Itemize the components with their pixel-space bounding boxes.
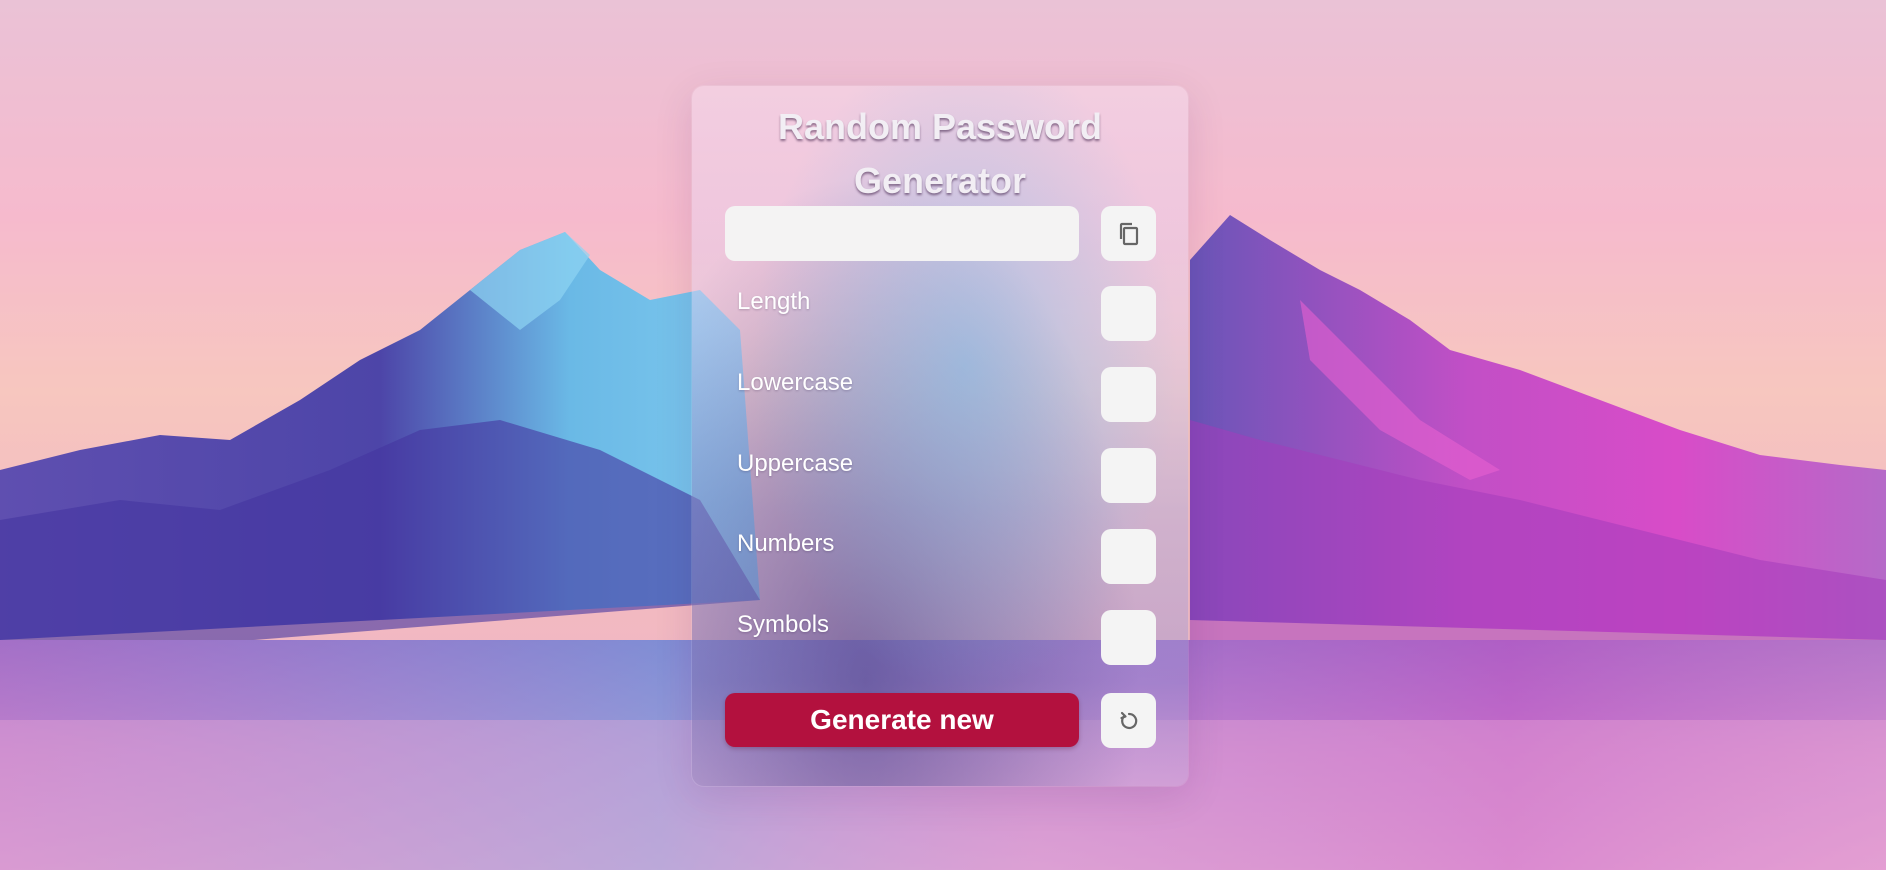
length-label: Length xyxy=(737,288,811,315)
copy-icon xyxy=(1119,222,1138,245)
uppercase-checkbox[interactable] xyxy=(1101,448,1156,503)
lowercase-checkbox[interactable] xyxy=(1101,367,1156,422)
generate-new-button[interactable]: Generate new xyxy=(725,693,1079,747)
lowercase-label: Lowercase xyxy=(737,369,854,396)
reset-button[interactable] xyxy=(1101,693,1156,748)
symbols-checkbox[interactable] xyxy=(1101,610,1156,665)
numbers-label: Numbers xyxy=(737,530,835,557)
page-title: Random Password Generator xyxy=(777,106,1103,201)
uppercase-label: Uppercase xyxy=(737,450,854,477)
numbers-checkbox[interactable] xyxy=(1101,529,1156,584)
password-generator-card: Random Password Generator Length Lowerca… xyxy=(692,86,1188,786)
copy-button[interactable] xyxy=(1101,206,1156,261)
refresh-icon xyxy=(1119,711,1137,729)
password-output-field[interactable] xyxy=(725,206,1079,261)
symbols-label: Symbols xyxy=(737,611,830,638)
length-input[interactable] xyxy=(1101,286,1156,341)
